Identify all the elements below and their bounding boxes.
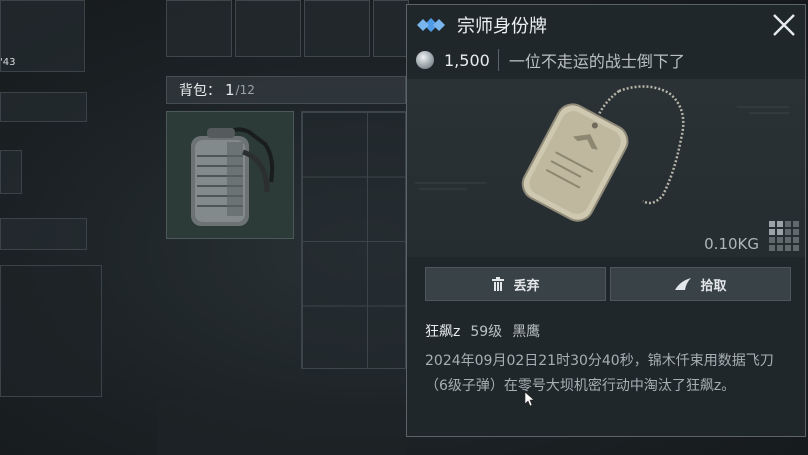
- discard-label: 丢弃: [513, 278, 540, 294]
- pickup-icon: [675, 278, 692, 290]
- detail-header: 宗师身份牌: [407, 5, 805, 45]
- grid-slot[interactable]: [166, 0, 232, 57]
- mouse-cursor-icon: [525, 392, 535, 406]
- divider: [497, 49, 499, 71]
- backpack-capacity: /12: [235, 83, 255, 97]
- backpack-grid[interactable]: [301, 111, 406, 369]
- pickup-button[interactable]: 拾取: [610, 267, 791, 301]
- owner-info: 狂飙z 59级 黑鹰: [425, 321, 540, 341]
- grid-size-icon: [769, 221, 799, 251]
- item-title: 宗师身份牌: [457, 16, 547, 37]
- item-description: 一位不走运的战士倒下了: [508, 52, 685, 71]
- owner-name: 狂飙z: [425, 324, 461, 340]
- left-slot[interactable]: [0, 92, 87, 122]
- left-slot[interactable]: [0, 150, 22, 194]
- grid-slot[interactable]: [373, 0, 409, 57]
- silver-coin-icon: [416, 51, 434, 69]
- item-price: 1,500: [444, 50, 490, 70]
- left-slot: [0, 265, 102, 397]
- trash-icon: [492, 277, 505, 291]
- backpack-count: 1: [225, 81, 235, 99]
- grid-slot[interactable]: [304, 0, 370, 57]
- owner-level: 59级: [470, 324, 503, 340]
- backpack-slot[interactable]: [166, 111, 294, 239]
- dog-tag-icon: [415, 85, 789, 222]
- grid-slot[interactable]: [235, 0, 301, 57]
- discard-button[interactable]: 丢弃: [425, 267, 606, 301]
- item-preview: 0.10KG: [407, 79, 805, 257]
- close-icon[interactable]: [771, 12, 797, 38]
- item-count: '43: [0, 57, 16, 68]
- backpack-header: 背包： 1 /12: [166, 76, 406, 104]
- price-row: 1,500 一位不走运的战士倒下了: [407, 47, 805, 73]
- item-detail-panel: 宗师身份牌 1,500 一位不走运的战士倒下了 0.10KG 丢弃 拾取 狂飙z…: [406, 4, 806, 437]
- backpack-icon: [191, 127, 275, 226]
- pickup-label: 拾取: [700, 278, 727, 294]
- item-weight: 0.10KG: [704, 235, 759, 253]
- backpack-label: 背包：: [179, 83, 221, 99]
- diamond-rarity-icon: [417, 18, 445, 32]
- left-inventory: '43: [0, 0, 102, 400]
- owner-rank: 黑鹰: [512, 324, 541, 340]
- left-slot[interactable]: [0, 218, 87, 250]
- bottom-block: [157, 400, 407, 455]
- kill-record: 2024年09月02日21时30分40秒，锦木仟束用数据飞刀（6级子弹）在零号大…: [425, 353, 774, 394]
